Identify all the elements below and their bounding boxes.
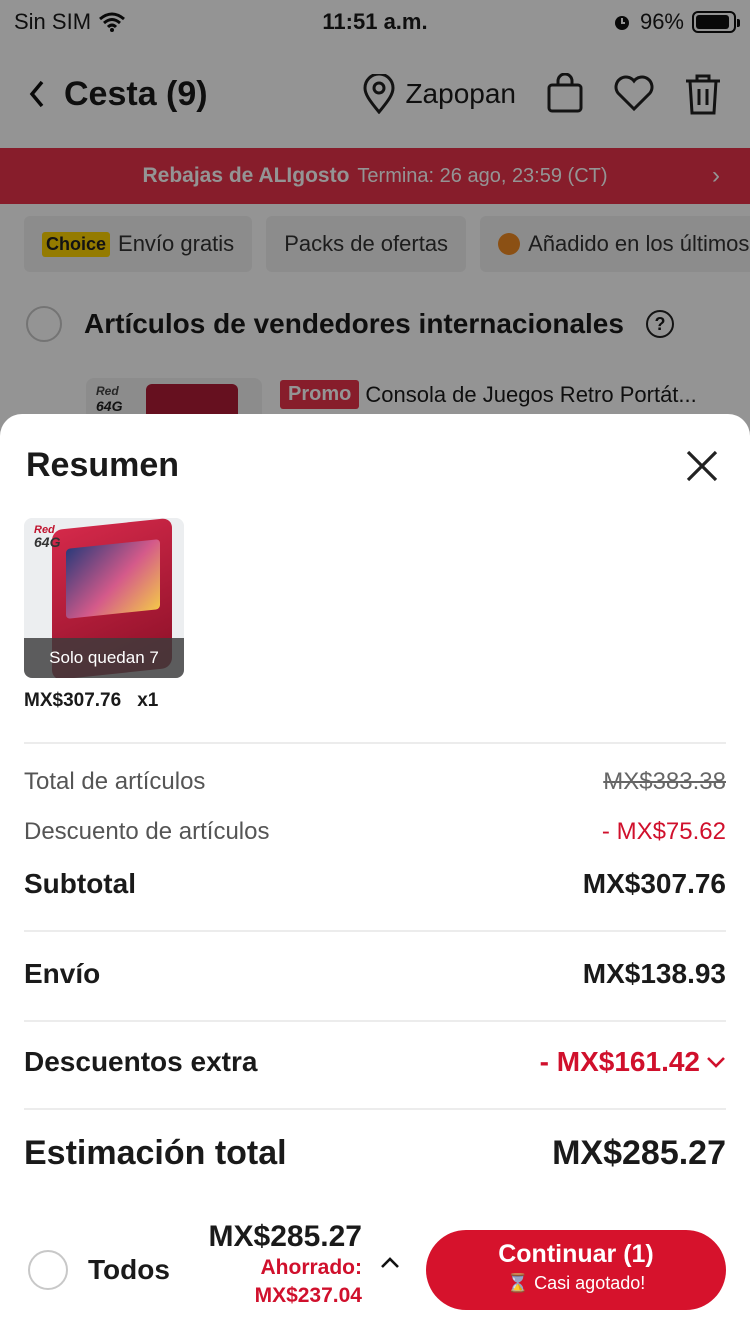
items-total-value: MX$383.38 <box>603 768 726 795</box>
items-discount-label: Descuento de artículos <box>24 818 270 845</box>
divider <box>24 742 726 744</box>
extra-discounts-row[interactable]: Descuentos extra - MX$161.42 <box>24 1046 726 1078</box>
subtotal-value: MX$307.76 <box>582 868 726 899</box>
extra-discounts-label: Descuentos extra <box>24 1046 258 1077</box>
product-thumbnail[interactable]: Red 64G Solo quedan 7 <box>24 518 184 678</box>
shipping-row: Envío MX$138.93 <box>24 958 726 990</box>
console-screen <box>66 539 160 619</box>
estimated-total-value: MX$285.27 <box>552 1134 726 1172</box>
checkout-bar: Todos MX$285.27 Ahorrado: MX$237.04 Cont… <box>0 1210 750 1334</box>
chevron-down-icon <box>707 1057 725 1068</box>
divider <box>24 1020 726 1022</box>
extra-discounts-value: - MX$161.42 <box>539 1046 700 1077</box>
divider <box>24 930 726 932</box>
unit-price: MX$307.76 <box>24 690 122 711</box>
close-icon[interactable] <box>684 448 720 484</box>
select-all-label[interactable]: Todos <box>88 1254 170 1286</box>
stock-warning: Solo quedan 7 <box>24 638 184 678</box>
divider <box>24 1108 726 1110</box>
subtotal-label: Subtotal <box>24 868 136 899</box>
saved-label: Ahorrado: <box>260 1256 363 1279</box>
items-total-row: Total de artículos MX$383.38 <box>24 768 726 796</box>
items-total-label: Total de artículos <box>24 768 206 795</box>
subtotal-row: Subtotal MX$307.76 <box>24 868 726 900</box>
cart-summary[interactable]: MX$285.27 Ahorrado: MX$237.04 <box>209 1220 362 1310</box>
chevron-up-icon[interactable] <box>380 1256 400 1270</box>
shipping-value: MX$138.93 <box>582 958 726 989</box>
estimated-total-label: Estimación total <box>24 1134 287 1172</box>
extra-discounts-toggle[interactable]: - MX$161.42 <box>540 1046 726 1078</box>
thumb-storage-label: 64G <box>34 534 61 550</box>
continue-button[interactable]: Continuar (1) ⌛ Casi agotado! <box>426 1230 726 1310</box>
select-all-checkbox[interactable] <box>28 1250 68 1290</box>
low-stock-note: ⌛ Casi agotado! <box>506 1273 646 1293</box>
saved-value: MX$237.04 <box>254 1284 362 1307</box>
quantity: x1 <box>137 690 159 711</box>
continue-label: Continuar (1) <box>498 1240 654 1268</box>
shipping-label: Envío <box>24 958 101 989</box>
items-discount-row: Descuento de artículos - MX$75.62 <box>24 818 726 846</box>
sheet-title: Resumen <box>26 446 180 484</box>
cart-total: MX$285.27 <box>208 1220 362 1253</box>
items-discount-value: - MX$75.62 <box>601 818 726 845</box>
estimated-total-row: Estimación total MX$285.27 <box>24 1134 726 1173</box>
summary-sheet: Resumen Red 64G Solo quedan 7 MX$307.76 … <box>0 414 750 1334</box>
item-price-row: MX$307.76 x1 <box>24 690 158 712</box>
